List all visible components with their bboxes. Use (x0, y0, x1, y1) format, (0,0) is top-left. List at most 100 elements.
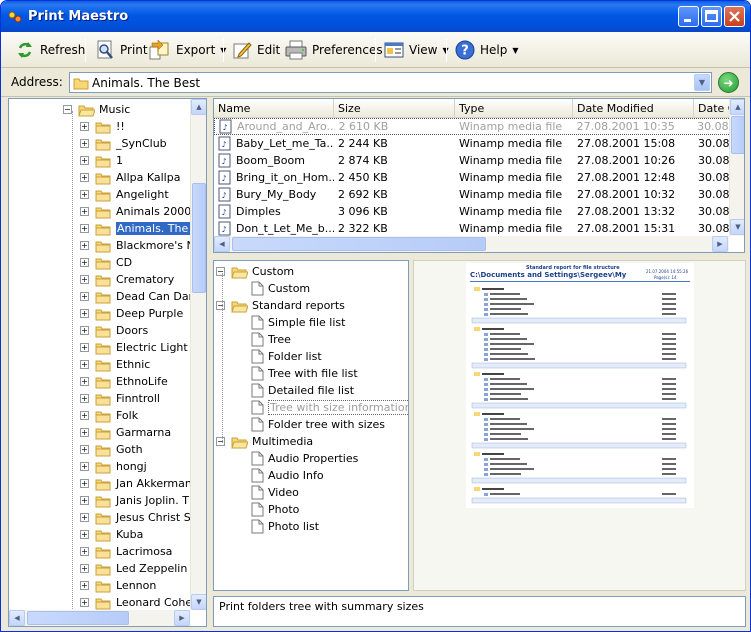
tree-node[interactable]: + Lacrimosa (80, 543, 172, 560)
report-group[interactable]: − Multimedia (216, 433, 313, 450)
tree-node[interactable]: + Finntroll (80, 390, 160, 407)
go-button[interactable]: ➜ (718, 72, 739, 93)
expand-icon[interactable]: + (80, 394, 89, 403)
view-button[interactable]: View▼ (380, 36, 452, 64)
report-group[interactable]: − Standard reports (216, 297, 345, 314)
scroll-thumb[interactable] (232, 237, 486, 251)
scroll-up-icon[interactable]: ▲ (730, 99, 744, 115)
collapse-icon[interactable]: − (216, 301, 225, 310)
tree-node[interactable]: + Ethnic (80, 356, 150, 373)
title-bar[interactable]: Print Maestro (1, 1, 750, 32)
tree-node[interactable]: + CD (80, 254, 132, 271)
preferences-button[interactable]: Preferences (281, 36, 386, 64)
tree-node[interactable]: + Janis Joplin. The (80, 492, 203, 509)
expand-icon[interactable]: + (80, 258, 89, 267)
tree-node[interactable]: + Doors (80, 322, 148, 339)
scroll-thumb[interactable] (731, 116, 744, 154)
expand-icon[interactable]: + (80, 479, 89, 488)
column-header-size[interactable]: Size (334, 99, 455, 118)
list-vertical-scrollbar[interactable]: ▲ ▼ (729, 99, 744, 236)
report-item[interactable]: Photo list (251, 518, 319, 535)
expand-icon[interactable]: + (80, 275, 89, 284)
collapse-icon[interactable]: − (63, 105, 72, 114)
expand-icon[interactable]: + (80, 377, 89, 386)
scroll-thumb[interactable] (192, 183, 206, 293)
minimize-button[interactable] (678, 6, 699, 27)
report-item[interactable]: Video (251, 484, 299, 501)
close-button[interactable] (724, 6, 745, 27)
print-button[interactable]: Print (91, 36, 151, 64)
expand-icon[interactable]: + (80, 428, 89, 437)
scroll-down-icon[interactable]: ▼ (191, 594, 206, 610)
tree-node[interactable]: + Jan Akkerman (80, 475, 192, 492)
export-button[interactable]: Export▼ (145, 36, 229, 64)
tree-node[interactable]: + hongj (80, 458, 147, 475)
expand-icon[interactable]: + (80, 241, 89, 250)
list-item[interactable]: ♪ Bury_My_Body 2 692 KB Winamp media file 27… (214, 186, 731, 203)
tree-node[interactable]: + EthnoLife (80, 373, 168, 390)
address-combo[interactable]: Animals. The Best ▼ (69, 72, 712, 93)
expand-icon[interactable]: + (80, 326, 89, 335)
tree-node[interactable]: + Goth (80, 441, 143, 458)
expand-icon[interactable]: + (80, 581, 89, 590)
tree-node[interactable]: +1 (80, 152, 123, 169)
report-item[interactable]: Folder list (251, 348, 322, 365)
report-item[interactable]: Tree with file list (251, 365, 358, 382)
address-dropdown-button[interactable]: ▼ (694, 74, 710, 91)
maximize-button[interactable] (701, 6, 722, 27)
report-item[interactable]: Simple file list (251, 314, 345, 331)
tree-node[interactable]: + Led Zeppelin (80, 560, 187, 577)
tree-node[interactable]: + Kuba (80, 526, 143, 543)
scroll-up-icon[interactable]: ▲ (191, 99, 206, 115)
report-item[interactable]: Folder tree with sizes (251, 416, 385, 433)
expand-icon[interactable]: + (80, 496, 89, 505)
expand-icon[interactable]: + (80, 309, 89, 318)
expand-icon[interactable]: + (80, 547, 89, 556)
list-horizontal-scrollbar[interactable]: ◀ ▶ (214, 236, 729, 252)
expand-icon[interactable]: + (80, 513, 89, 522)
scroll-thumb[interactable] (27, 611, 129, 625)
expand-icon[interactable]: + (80, 445, 89, 454)
column-header-name[interactable]: Name (214, 99, 334, 118)
tree-node-music[interactable]: − Music (63, 101, 130, 118)
report-item[interactable]: Audio Properties (251, 450, 358, 467)
report-item[interactable]: Tree with size information (251, 399, 408, 416)
expand-icon[interactable]: + (80, 360, 89, 369)
collapse-icon[interactable]: − (216, 437, 225, 446)
tree-node[interactable]: + Crematory (80, 271, 174, 288)
scroll-right-icon[interactable]: ▶ (712, 236, 728, 252)
expand-icon[interactable]: + (80, 564, 89, 573)
expand-icon[interactable]: + (80, 190, 89, 199)
help-button[interactable]: ? Help ▼ (451, 36, 522, 64)
expand-icon[interactable]: + (80, 224, 89, 233)
list-item[interactable]: ♪ Dimples 3 096 KB Winamp media file 27.08.2… (214, 203, 731, 220)
expand-icon[interactable]: + (80, 207, 89, 216)
column-header-type[interactable]: Type (455, 99, 573, 118)
tree-node[interactable]: + Dead Can Dance (80, 288, 206, 305)
tree-node[interactable]: + _SynClub (80, 135, 167, 152)
tree-node[interactable]: + Allpa Kallpa (80, 169, 180, 186)
list-item[interactable]: ♪ Baby_Let_me_Ta... 2 244 KB Winamp media f… (214, 135, 731, 152)
expand-icon[interactable]: + (80, 156, 89, 165)
tree-node[interactable]: + Lennon (80, 577, 156, 594)
report-item[interactable]: Audio Info (251, 467, 324, 484)
expand-icon[interactable]: + (80, 122, 89, 131)
report-preview[interactable]: Standard report for file structure 21.07… (413, 260, 746, 591)
expand-icon[interactable]: + (80, 462, 89, 471)
collapse-icon[interactable]: − (216, 267, 225, 276)
list-item[interactable]: ♪ Don_t_Let_Me_b... 2 322 KB Winamp media f… (214, 220, 731, 237)
scroll-left-icon[interactable]: ◀ (9, 610, 25, 626)
tree-node[interactable]: + Animals. The Best (80, 220, 206, 237)
column-header-date-modified[interactable]: Date Modified (573, 99, 694, 118)
tree-node[interactable]: +Electric Light Orchestra (80, 339, 206, 356)
expand-icon[interactable]: + (80, 530, 89, 539)
list-item[interactable]: ♪ Bring_it_on_Hom... 2 450 KB Winamp media … (214, 169, 731, 186)
tree-node[interactable]: +!! (80, 118, 125, 135)
tree-horizontal-scrollbar[interactable]: ◀ ▶ (9, 610, 190, 626)
expand-icon[interactable]: + (80, 292, 89, 301)
tree-vertical-scrollbar[interactable]: ▲ ▼ (190, 99, 206, 610)
tree-node[interactable]: + Animals 2000 (80, 203, 191, 220)
tree-node[interactable]: + Deep Purple (80, 305, 183, 322)
expand-icon[interactable]: + (80, 173, 89, 182)
report-item[interactable]: Custom (251, 280, 310, 297)
